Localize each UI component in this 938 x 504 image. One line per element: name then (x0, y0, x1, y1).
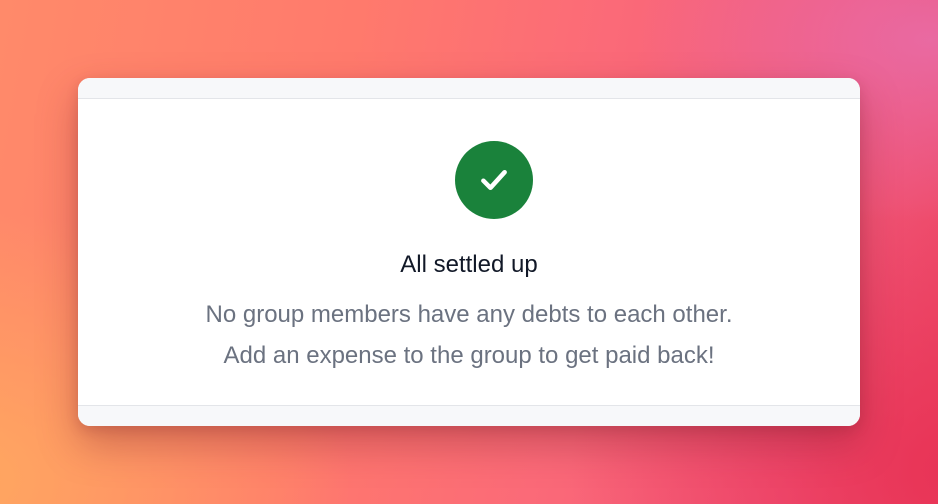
empty-state-title: All settled up (400, 251, 538, 278)
checkmark-icon (481, 169, 507, 191)
card-header-strip (78, 78, 860, 99)
empty-state-message-line-2: Add an expense to the group to get paid … (223, 342, 715, 369)
check-circle-icon (455, 141, 533, 219)
card-footer-strip (78, 405, 860, 426)
settle-up-card: All settled up No group members have any… (78, 78, 860, 426)
empty-state-message: No group members have any debts to each … (78, 294, 860, 376)
empty-state-message-line-1: No group members have any debts to each … (205, 301, 733, 328)
